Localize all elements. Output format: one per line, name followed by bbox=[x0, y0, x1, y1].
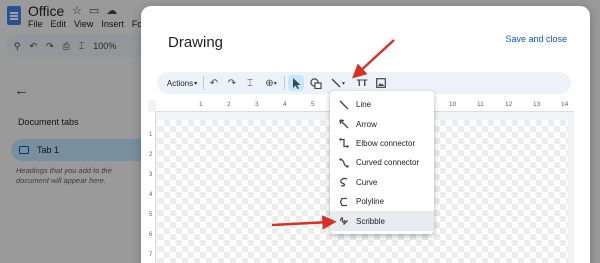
menu-item-elbow-connector[interactable]: Elbow connector bbox=[330, 134, 434, 153]
paint-format-icon[interactable]: ⌶ bbox=[243, 72, 257, 94]
caret-down-icon: ▾ bbox=[194, 80, 198, 87]
menu-item-line[interactable]: Line bbox=[330, 95, 434, 114]
ruler-tick: 7 bbox=[149, 252, 153, 258]
line-tool-menu: Line Arrow Elbow connector Curved connec… bbox=[330, 91, 434, 234]
menu-item-arrow[interactable]: Arrow bbox=[330, 114, 434, 133]
save-and-close-button[interactable]: Save and close bbox=[505, 34, 567, 44]
ruler-tick: 12 bbox=[505, 101, 513, 108]
toolbar-divider bbox=[284, 76, 285, 90]
undo-icon[interactable]: ↶ bbox=[207, 72, 221, 94]
ruler-tick: 3 bbox=[255, 101, 259, 108]
ruler-tick: 4 bbox=[283, 101, 287, 108]
ruler-tick: 5 bbox=[149, 212, 153, 218]
menu-item-label: Curve bbox=[356, 177, 378, 187]
shape-icon[interactable] bbox=[308, 72, 324, 94]
ruler-tick: 4 bbox=[149, 192, 153, 198]
menu-item-label: Line bbox=[356, 100, 372, 110]
vertical-ruler: 1 2 3 4 5 6 7 bbox=[148, 112, 156, 263]
menu-item-label: Arrow bbox=[356, 119, 377, 129]
actions-label: Actions bbox=[166, 78, 194, 88]
elbow-connector-icon bbox=[339, 138, 349, 149]
ruler-tick: 14 bbox=[561, 101, 569, 108]
menu-item-label: Polyline bbox=[356, 197, 385, 207]
actions-menu-button[interactable]: Actions ▾ bbox=[163, 72, 201, 94]
menu-item-polyline[interactable]: Polyline bbox=[330, 192, 434, 211]
ruler-tick: 10 bbox=[449, 101, 457, 108]
ruler-tick: 1 bbox=[199, 101, 203, 108]
ruler-tick: 11 bbox=[477, 101, 484, 108]
dialog-title: Drawing bbox=[168, 34, 224, 51]
menu-item-label: Scribble bbox=[356, 216, 385, 226]
line-icon bbox=[339, 100, 349, 110]
ruler-tick: 1 bbox=[149, 132, 153, 138]
zoom-icon[interactable]: ⊕ ▾ bbox=[261, 72, 281, 94]
menu-item-curved-connector[interactable]: Curved connector bbox=[330, 153, 434, 172]
select-cursor-icon[interactable] bbox=[288, 75, 304, 91]
arrow-icon bbox=[339, 119, 349, 129]
menu-item-label: Elbow connector bbox=[356, 138, 416, 148]
scribble-icon bbox=[339, 216, 349, 226]
ruler-tick: 2 bbox=[149, 152, 153, 158]
menu-item-curve[interactable]: Curve bbox=[330, 173, 434, 192]
line-dropdown-caret-icon[interactable]: ▾ bbox=[342, 80, 345, 87]
curve-icon bbox=[339, 177, 349, 187]
ruler-tick: 2 bbox=[227, 101, 231, 108]
ruler-tick: 13 bbox=[533, 101, 541, 108]
redo-icon[interactable]: ↷ bbox=[225, 72, 239, 94]
polyline-icon bbox=[339, 197, 349, 207]
menu-item-scribble[interactable]: Scribble bbox=[330, 211, 434, 231]
ruler-tick: 6 bbox=[149, 232, 153, 238]
toolbar-divider bbox=[203, 76, 204, 90]
ruler-tick: 3 bbox=[149, 172, 153, 178]
menu-item-label: Curved connector bbox=[356, 158, 420, 168]
curved-connector-icon bbox=[339, 158, 349, 168]
line-icon bbox=[331, 78, 341, 88]
ruler-tick: 5 bbox=[311, 101, 315, 108]
